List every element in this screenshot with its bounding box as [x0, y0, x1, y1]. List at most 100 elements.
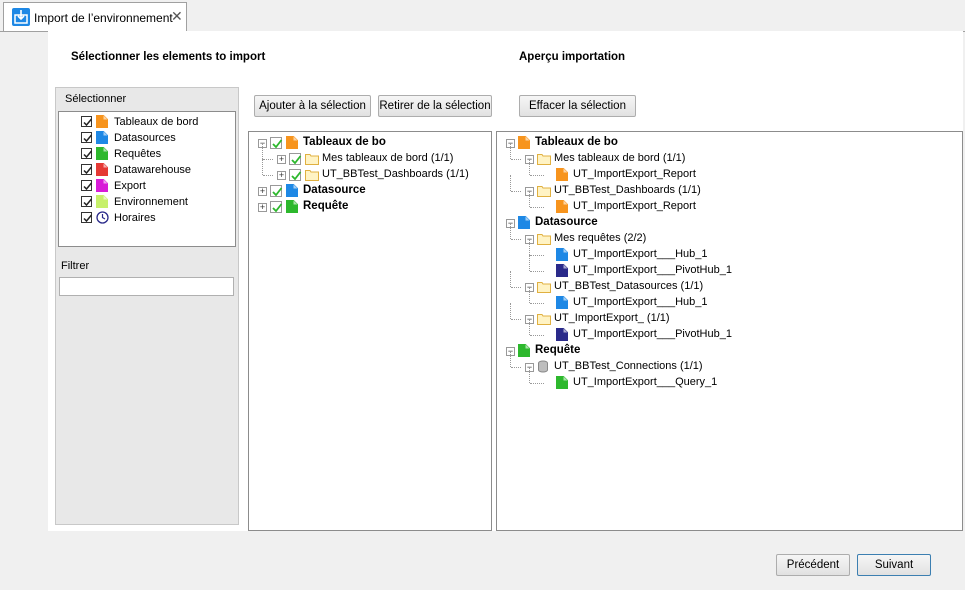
node-checkbox[interactable]: [289, 169, 302, 181]
select-item[interactable]: Environnement: [81, 195, 231, 211]
add-to-selection-button[interactable]: Ajouter à la sélection: [254, 95, 371, 117]
tree-node[interactable]: + Mes tableaux de bord (1/1): [249, 143, 491, 167]
checkbox[interactable]: [81, 212, 93, 223]
preview-tree[interactable]: − Tableaux de bo − Mes tableaux de bord (1/…: [496, 131, 963, 531]
pivot-datasource-icon: [556, 328, 568, 341]
tree-node[interactable]: − UT_BBTest_Datasources (1/1): [497, 271, 962, 295]
tree-node[interactable]: UT_ImportExport___PivotHub_1: [497, 255, 962, 279]
tree-node-label: UT_BBTest_Dashboards (1/1): [322, 168, 469, 180]
checkbox[interactable]: [81, 148, 93, 159]
tree-node-label: UT_ImportExport_Report: [573, 168, 696, 180]
import-icon: [12, 8, 30, 26]
tree-node[interactable]: UT_ImportExport___Query_1: [497, 367, 962, 391]
select-header: Sélectionner: [65, 93, 127, 105]
tree-connector: [530, 271, 544, 272]
tree-node-label: UT_BBTest_Dashboards (1/1): [554, 184, 701, 196]
tree-connector: [529, 319, 530, 335]
expand-icon[interactable]: +: [277, 155, 286, 164]
tree-node[interactable]: + UT_BBTest_Dashboards (1/1): [249, 159, 491, 183]
tree-connector: [530, 335, 544, 336]
tree-node[interactable]: − Mes requêtes (2/2): [497, 223, 962, 247]
select-item-label: Tableaux de bord: [114, 116, 199, 128]
select-item[interactable]: Horaires: [81, 211, 231, 227]
checkbox[interactable]: [81, 164, 93, 175]
tree-node[interactable]: UT_ImportExport___PivotHub_1: [497, 319, 962, 343]
node-checkbox[interactable]: [270, 137, 283, 149]
dashboard-icon: [556, 200, 568, 213]
tree-connector: [530, 207, 544, 208]
checkbox[interactable]: [81, 132, 93, 143]
expand-icon[interactable]: +: [258, 187, 267, 196]
clear-selection-button[interactable]: Effacer la sélection: [519, 95, 636, 117]
select-item[interactable]: Requêtes: [81, 147, 231, 163]
folder-icon: [537, 312, 551, 325]
select-item-label: Datasources: [114, 132, 176, 144]
tree-connector: [262, 159, 263, 175]
checkbox[interactable]: [81, 180, 93, 191]
tree-node[interactable]: − Tableaux de bo: [249, 135, 491, 151]
select-item[interactable]: Datasources: [81, 131, 231, 147]
checkbox[interactable]: [81, 116, 93, 127]
tree-node[interactable]: − Tableaux de bo: [497, 135, 962, 151]
right-heading: Aperçu importation: [519, 51, 626, 63]
tree-node-label: Datasource: [303, 184, 366, 196]
tree-node[interactable]: − Datasource: [497, 215, 962, 231]
tree-connector: [263, 159, 273, 160]
tree-node-label: Datasource: [535, 216, 598, 228]
tree-connector: [510, 271, 511, 287]
node-checkbox[interactable]: [270, 201, 283, 213]
tree-node-label: UT_ImportExport___Hub_1: [573, 296, 708, 308]
node-checkbox[interactable]: [289, 153, 302, 165]
select-item-label: Datawarehouse: [114, 164, 192, 176]
tree-node[interactable]: − UT_BBTest_Dashboards (1/1): [497, 175, 962, 199]
tree-connector: [510, 223, 511, 239]
datawarehouse-icon: [96, 163, 108, 176]
tree-node[interactable]: − Requête: [497, 343, 962, 359]
export-icon: [96, 179, 108, 192]
tree-node[interactable]: UT_ImportExport_Report: [497, 191, 962, 215]
node-checkbox[interactable]: [270, 185, 283, 197]
dashboard-icon: [556, 168, 568, 181]
checkbox[interactable]: [81, 196, 93, 207]
folder-icon: [537, 232, 551, 245]
tree-connector: [529, 239, 530, 255]
tree-node[interactable]: − UT_ImportExport_ (1/1): [497, 303, 962, 327]
select-item[interactable]: Export: [81, 179, 231, 195]
tree-node[interactable]: − Mes tableaux de bord (1/1): [497, 143, 962, 167]
database-icon: [537, 360, 549, 373]
tree-node-label: Mes tableaux de bord (1/1): [322, 152, 454, 164]
tree-node[interactable]: UT_ImportExport___Hub_1: [497, 287, 962, 311]
select-item[interactable]: Datawarehouse: [81, 163, 231, 179]
select-item-label: Requêtes: [114, 148, 162, 160]
previous-button[interactable]: Précédent: [776, 554, 850, 576]
tree-node[interactable]: + Datasource: [249, 183, 491, 199]
tab-title: Import de l’environnement: [34, 11, 173, 25]
tree-connector: [529, 191, 530, 207]
tree-connector: [511, 191, 521, 192]
dashboard-icon: [286, 136, 298, 149]
next-button[interactable]: Suivant: [857, 554, 931, 576]
datasource-icon: [286, 184, 298, 197]
tree-node[interactable]: − UT_BBTest_Connections (1/1): [497, 351, 962, 375]
selection-tree[interactable]: − Tableaux de bo + Mes tableaux de bord (1/…: [248, 131, 492, 531]
tree-node-label: UT_ImportExport___PivotHub_1: [573, 264, 732, 276]
remove-from-selection-button[interactable]: Retirer de la sélection: [378, 95, 492, 117]
tree-node-label: Requête: [303, 200, 349, 212]
left-heading: Sélectionner les elements to import: [71, 51, 266, 63]
tree-node[interactable]: UT_ImportExport_Report: [497, 159, 962, 183]
filter-input[interactable]: [59, 277, 234, 296]
tree-node[interactable]: UT_ImportExport___Hub_1: [497, 239, 962, 263]
close-icon[interactable]: ✕: [171, 8, 183, 25]
tree-connector: [530, 175, 544, 176]
tree-node[interactable]: + Requête: [249, 199, 491, 215]
tree-connector: [510, 303, 511, 319]
tab-import-environment[interactable]: Import de l’environnement ✕: [3, 2, 187, 31]
tree-node-label: UT_ImportExport_ (1/1): [554, 312, 670, 324]
expand-icon[interactable]: +: [277, 171, 286, 180]
select-item[interactable]: Tableaux de bord: [81, 115, 231, 131]
select-list: Tableaux de bord Datasources Requêtes Dataw…: [58, 111, 236, 247]
expand-icon[interactable]: +: [258, 203, 267, 212]
dashboard-icon: [518, 136, 530, 149]
tree-connector: [510, 143, 511, 159]
tree-connector: [530, 303, 544, 304]
